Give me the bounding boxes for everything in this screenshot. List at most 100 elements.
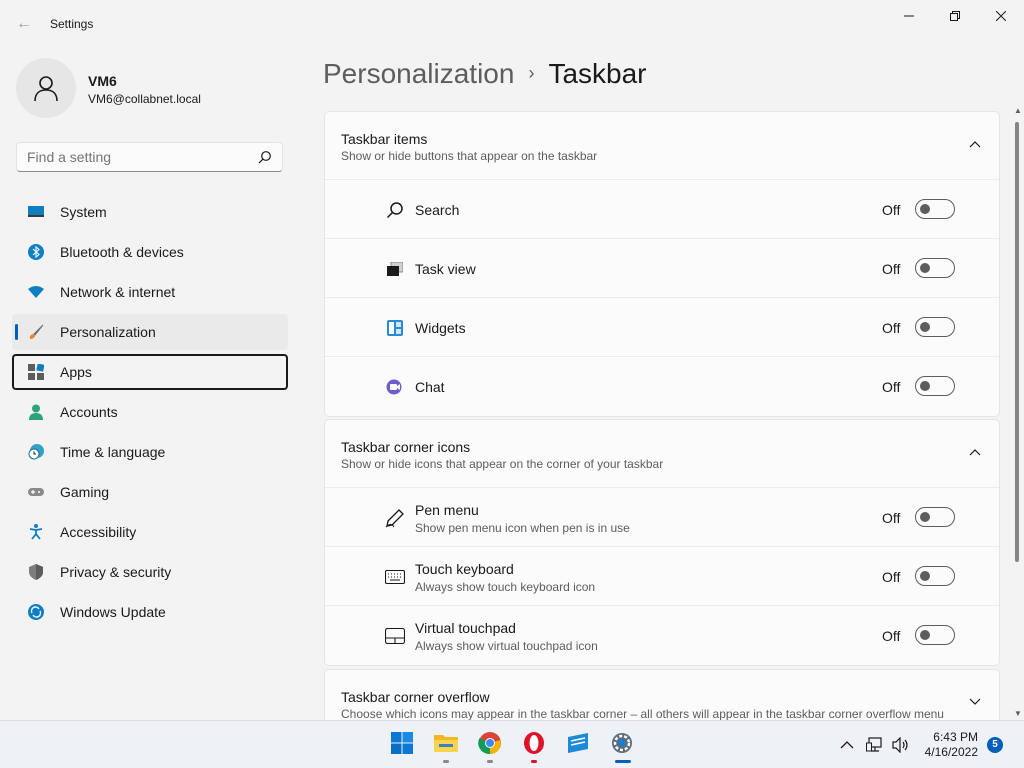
pen-icon [385,509,405,528]
taskbar-store[interactable] [558,729,598,768]
restore-icon [950,11,960,21]
running-indicator [615,760,631,763]
setting-description: Show pen menu icon when pen is in use [415,521,630,535]
sidebar-item-label: Time & language [60,444,166,460]
sidebar-item-label: Bluetooth & devices [60,244,184,260]
search-toggle[interactable] [915,199,955,219]
toggle-state: Off [882,569,901,585]
setting-label: Chat [415,379,445,395]
setting-row-pen-menu: Pen menu Show pen menu icon when pen is … [325,488,999,547]
clock-date: 4/16/2022 [924,745,978,759]
search-box[interactable] [16,142,283,172]
toggle-knob [920,204,930,214]
keyboard-icon [385,568,405,586]
minimize-button[interactable] [886,0,932,32]
widgets-toggle[interactable] [915,317,955,337]
toggle-state: Off [882,510,901,526]
sidebar-item-gaming[interactable]: Gaming [12,474,288,510]
sidebar-item-system[interactable]: System [12,194,288,230]
sidebar-item-label: Privacy & security [60,564,172,580]
setting-row-task-view: Task view Off [325,239,999,298]
sidebar-item-time-language[interactable]: Time & language [12,434,288,470]
shield-icon [29,564,43,580]
scroll-up-icon[interactable]: ▲ [1014,106,1022,115]
avatar [16,58,76,118]
sidebar-item-bluetooth[interactable]: Bluetooth & devices [12,234,288,270]
setting-description: Always show virtual touchpad icon [415,639,598,653]
sidebar-item-network[interactable]: Network & internet [12,274,288,310]
notification-badge[interactable]: 5 [987,737,1003,753]
apps-icon [28,364,44,380]
page-title: Taskbar [548,58,647,89]
setting-label: Task view [415,261,476,277]
touch-keyboard-toggle[interactable] [915,566,955,586]
user-icon [34,76,58,102]
sidebar-item-label: Windows Update [60,604,166,620]
taskbar-file-explorer[interactable] [426,729,466,768]
task-view-toggle[interactable] [915,258,955,278]
breadcrumb-separator: › [528,63,535,83]
setting-label: Search [415,202,460,218]
sidebar-item-personalization[interactable]: Personalization [12,314,288,350]
user-email: VM6@collabnet.local [88,92,201,106]
taskbar: 6:43 PM 4/16/2022 5 [0,720,1024,768]
touchpad-icon [385,627,405,645]
sidebar-item-accessibility[interactable]: Accessibility [12,514,288,550]
section-title: Taskbar corner icons [341,439,471,455]
toggle-state: Off [882,320,901,336]
setting-description: Always show touch keyboard icon [415,580,596,594]
update-icon [28,604,44,620]
vertical-scrollbar[interactable]: ▲ ▼ [1012,104,1024,720]
section-subtitle: Show or hide icons that appear on the co… [341,457,664,471]
system-icon [28,206,44,217]
taskbar-opera[interactable] [514,729,554,768]
opera-icon [524,732,544,754]
back-arrow-icon[interactable]: ← [12,12,36,36]
taskbar-corner-icons-card: Taskbar corner icons Show or hide icons … [324,419,1000,666]
store-icon [568,733,588,753]
running-indicator [531,760,537,763]
minimize-icon [904,15,914,17]
taskbar-settings[interactable] [602,729,642,768]
running-indicator [443,760,449,763]
start-icon [391,732,413,754]
sidebar-nav: System Bluetooth & devices Network & int… [12,194,288,634]
sidebar-item-privacy[interactable]: Privacy & security [12,554,288,590]
restore-button[interactable] [932,0,978,32]
close-button[interactable] [978,0,1024,32]
sidebar-item-apps[interactable]: Apps [12,354,288,390]
running-indicator [487,760,493,763]
chevron-down-icon[interactable] [969,698,981,706]
volume-icon [892,737,908,753]
sidebar-item-windows-update[interactable]: Windows Update [12,594,288,630]
settings-app-icon [612,733,632,753]
taskbar-chrome[interactable] [470,729,510,768]
taskbar-items-header[interactable]: Taskbar items Show or hide buttons that … [325,112,999,180]
show-hidden-icons[interactable] [840,721,854,768]
network-icon [866,737,882,752]
setting-label: Virtual touchpad [415,620,516,636]
chevron-up-icon [840,741,854,749]
accounts-icon [29,404,43,420]
breadcrumb-parent[interactable]: Personalization [323,58,514,89]
chat-toggle[interactable] [915,376,955,396]
volume-control[interactable] [892,721,910,768]
search-input[interactable] [27,149,252,165]
taskbar-corner-icons-header[interactable]: Taskbar corner icons Show or hide icons … [325,420,999,488]
user-name: VM6 [88,73,117,89]
start-button[interactable] [382,729,422,768]
virtual-touchpad-toggle[interactable] [915,625,955,645]
chevron-up-icon[interactable] [969,448,981,456]
clock[interactable]: 6:43 PM 4/16/2022 [920,730,978,760]
chevron-up-icon[interactable] [969,140,981,148]
scrollbar-thumb[interactable] [1015,122,1019,562]
setting-label: Pen menu [415,502,479,518]
pen-menu-toggle[interactable] [915,507,955,527]
wifi-icon [28,286,44,298]
clock-globe-icon [28,444,44,460]
scroll-down-icon[interactable]: ▼ [1014,709,1022,718]
sidebar-item-accounts[interactable]: Accounts [12,394,288,430]
search-icon[interactable] [258,150,272,164]
network-status[interactable] [866,721,884,768]
toggle-state: Off [882,628,901,644]
